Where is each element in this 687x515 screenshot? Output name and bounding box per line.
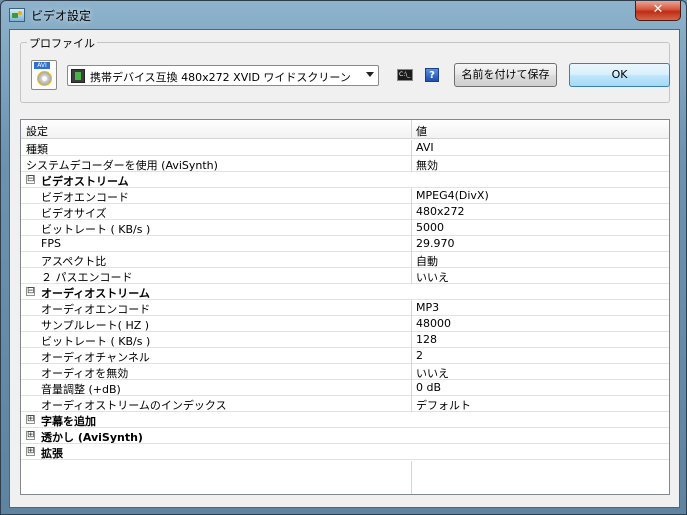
table-row[interactable]: ビットレート ( KB/s ) 5000 — [21, 220, 669, 236]
table-row[interactable]: オーディオチャンネル 2 — [21, 348, 669, 364]
table-row[interactable]: ビデオサイズ 480x272 — [21, 204, 669, 220]
table-row[interactable]: オーディオエンコード MP3 — [21, 300, 669, 316]
table-row[interactable]: システムデコーダーを使用 (AviSynth) 無効 — [21, 156, 669, 172]
collapse-icon[interactable]: ⊟ — [26, 287, 35, 296]
profile-group: プロファイル AVI 携帯デバイス互換 480x272 XVID ワイドスクリー… — [20, 35, 670, 103]
row-value[interactable]: 5000 — [416, 221, 444, 234]
row-value[interactable]: 自動 — [416, 253, 438, 269]
ok-button[interactable]: OK — [569, 63, 670, 87]
row-key: オーディオを無効 — [41, 367, 129, 380]
row-key: システムデコーダーを使用 (AviSynth) — [26, 159, 218, 172]
column-divider — [411, 461, 412, 494]
profile-dropdown[interactable]: 携帯デバイス互換 480x272 XVID ワイドスクリーン — [67, 65, 379, 86]
row-value[interactable]: 48000 — [416, 317, 451, 330]
row-value[interactable]: 480x272 — [416, 205, 465, 218]
row-key: オーディオエンコード — [41, 303, 151, 316]
table-row[interactable]: オーディオストリームのインデックス デフォルト — [21, 396, 669, 412]
table-row[interactable]: 音量調整 (+dB) 0 dB — [21, 380, 669, 396]
window-title: ビデオ設定 — [31, 9, 92, 23]
group-row-audio-stream[interactable]: ⊟ オーディオストリーム — [21, 284, 669, 300]
grid-header: 設定 値 — [21, 120, 669, 139]
avi-file-icon: AVI — [31, 60, 57, 90]
film-icon — [71, 69, 85, 83]
row-value[interactable]: MPEG4(DivX) — [416, 189, 489, 202]
row-value[interactable]: いいえ — [416, 269, 449, 285]
expand-icon[interactable]: ⊞ — [26, 447, 35, 456]
row-value[interactable]: 128 — [416, 333, 437, 346]
row-key: ２ パスエンコード — [41, 271, 133, 284]
row-key: ビデオエンコード — [41, 191, 129, 204]
app-icon — [9, 8, 25, 22]
collapse-icon[interactable]: ⊟ — [26, 175, 35, 184]
row-key: オーディオストリームのインデックス — [41, 399, 227, 412]
table-row[interactable]: サンプルレート( HZ ) 48000 — [21, 316, 669, 332]
dialog-body: プロファイル AVI 携帯デバイス互換 480x272 XVID ワイドスクリー… — [9, 29, 680, 508]
column-divider[interactable] — [411, 120, 412, 139]
column-header-setting[interactable]: 設定 — [26, 123, 48, 139]
group-row-add-subtitles[interactable]: ⊞ 字幕を追加 — [21, 412, 669, 428]
row-value[interactable]: いいえ — [416, 365, 449, 381]
row-key: オーディオチャンネル — [41, 351, 150, 364]
row-key: FPS — [41, 237, 61, 250]
save-as-button[interactable]: 名前を付けて保存 — [454, 63, 557, 87]
chevron-down-icon[interactable] — [366, 72, 374, 77]
avi-icon-tag: AVI — [34, 62, 50, 69]
table-row[interactable]: ビットレート ( KB/s ) 128 — [21, 332, 669, 348]
expand-icon[interactable]: ⊞ — [26, 431, 35, 440]
row-value[interactable]: MP3 — [416, 301, 439, 314]
row-key: 音量調整 (+dB) — [41, 383, 121, 396]
row-value[interactable]: デフォルト — [416, 397, 471, 413]
row-key: アスペクト比 — [41, 255, 107, 268]
group-row-advanced[interactable]: ⊞ 拡張 — [21, 444, 669, 460]
table-row[interactable]: ２ パスエンコード いいえ — [21, 268, 669, 284]
group-label: 字幕を追加 — [41, 415, 96, 428]
row-key: 種類 — [26, 143, 48, 156]
table-row[interactable]: FPS 29.970 — [21, 236, 669, 252]
row-key: ビデオサイズ — [41, 207, 107, 220]
table-row[interactable]: オーディオを無効 いいえ — [21, 364, 669, 380]
expand-icon[interactable]: ⊞ — [26, 415, 35, 424]
profile-group-label: プロファイル — [27, 35, 97, 51]
row-value[interactable]: AVI — [416, 141, 434, 154]
table-row[interactable]: 種類 AVI — [21, 140, 669, 156]
settings-grid: 設定 値 種類 AVI システムデコーダーを使用 (AviSynth) 無効 ⊟… — [20, 119, 670, 495]
title-bar[interactable]: ビデオ設定 ✕ — [1, 1, 686, 29]
row-value[interactable]: 29.970 — [416, 237, 455, 250]
video-settings-window: ビデオ設定 ✕ プロファイル AVI 携帯デバイス互換 480x272 XVID… — [0, 0, 687, 515]
table-row[interactable]: アスペクト比 自動 — [21, 252, 669, 268]
group-row-video-stream[interactable]: ⊟ ビデオストリーム — [21, 172, 669, 188]
group-row-watermark[interactable]: ⊞ 透かし (AviSynth) — [21, 428, 669, 444]
column-header-value[interactable]: 値 — [416, 123, 427, 139]
row-key: サンプルレート( HZ ) — [41, 319, 150, 332]
row-key: ビットレート ( KB/s ) — [41, 223, 151, 236]
group-label: 拡張 — [41, 447, 63, 460]
row-value[interactable]: 無効 — [416, 157, 438, 173]
table-row[interactable]: ビデオエンコード MPEG4(DivX) — [21, 188, 669, 204]
disc-icon — [37, 71, 52, 86]
group-label: ビデオストリーム — [41, 175, 129, 188]
help-icon[interactable]: ? — [425, 68, 439, 82]
row-value[interactable]: 2 — [416, 349, 423, 362]
close-button[interactable]: ✕ — [635, 1, 681, 21]
row-value[interactable]: 0 dB — [416, 381, 441, 394]
profile-dropdown-value: 携帯デバイス互換 480x272 XVID ワイドスクリーン — [90, 71, 351, 84]
group-label: 透かし (AviSynth) — [41, 431, 143, 444]
group-label: オーディオストリーム — [41, 287, 150, 300]
row-key: ビットレート ( KB/s ) — [41, 335, 151, 348]
command-line-icon[interactable]: C:\_ — [397, 69, 413, 81]
